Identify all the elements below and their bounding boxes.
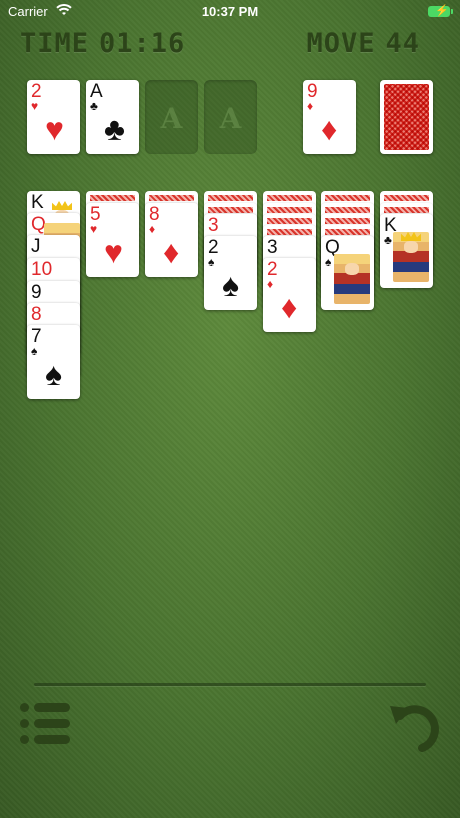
foundation-empty-slot[interactable]: A [145, 80, 198, 154]
card-rank: 9 [31, 282, 42, 303]
clock: 10:37 PM [201, 4, 259, 19]
menu-button[interactable] [20, 699, 72, 747]
diamond-icon: ♦ [267, 277, 274, 291]
move-value: 44 [385, 28, 420, 59]
diamond-icon: ♦ [149, 222, 156, 236]
card-rank: K [31, 192, 44, 213]
diamond-icon: ♦ [307, 99, 314, 113]
tableau-card[interactable]: Q ♠ [321, 236, 374, 310]
timer-display: TIME 01:16 [20, 28, 195, 59]
slot-placeholder: A [219, 102, 242, 135]
slot-placeholder: A [160, 102, 183, 135]
heart-icon: ♥ [90, 222, 98, 236]
club-icon: ♣ [104, 111, 125, 147]
tableau-card[interactable]: K ♣ [380, 214, 433, 288]
card-rank: J [31, 236, 41, 257]
king-portrait [393, 232, 429, 282]
tableau-card[interactable]: 7 ♠ ♠ [27, 325, 80, 399]
card-rank: 3 [267, 237, 278, 258]
move-counter: MOVE 44 [306, 28, 420, 59]
move-label: MOVE [306, 28, 376, 59]
waste-pile-card[interactable]: 9 ♦ ♦ [303, 80, 356, 154]
card-rank: 8 [31, 304, 42, 325]
club-icon: ♣ [90, 99, 98, 113]
stock-pile[interactable] [380, 80, 433, 154]
foundation-clubs[interactable]: A ♣ ♣ [86, 80, 139, 154]
tableau-card[interactable]: 8 ♦ ♦ [145, 203, 198, 277]
tableau-card[interactable]: 2 ♠ ♠ [204, 236, 257, 310]
club-icon: ♣ [384, 233, 392, 247]
toolbar-divider [34, 683, 426, 686]
timer-value: 01:16 [99, 28, 186, 59]
tableau-card[interactable]: 2 ♦ ♦ [263, 258, 316, 332]
undo-icon [390, 705, 439, 752]
diamond-icon: ♦ [163, 234, 180, 270]
heart-icon: ♥ [31, 99, 39, 113]
spade-icon: ♠ [222, 267, 239, 303]
card-rank: 3 [208, 215, 219, 236]
card-rank: 10 [31, 259, 53, 280]
diamond-icon: ♦ [281, 289, 298, 325]
foundation-empty-slot[interactable]: A [204, 80, 257, 154]
undo-button[interactable] [384, 694, 444, 754]
spade-icon: ♠ [325, 255, 332, 269]
tableau-card[interactable]: 5 ♥ ♥ [86, 203, 139, 277]
heart-icon: ♥ [104, 234, 123, 270]
diamond-icon: ♦ [321, 111, 338, 147]
battery-icon: ⚡ [428, 5, 453, 17]
status-bar: Carrier 10:37 PM ⚡ [0, 0, 460, 24]
timer-label: TIME [20, 28, 90, 59]
spade-icon: ♠ [31, 344, 38, 358]
spade-icon: ♠ [45, 356, 62, 392]
foundation-hearts[interactable]: 2 ♥ ♥ [27, 80, 80, 154]
queen-portrait [334, 254, 370, 304]
heart-icon: ♥ [45, 111, 64, 147]
spade-icon: ♠ [208, 255, 215, 269]
